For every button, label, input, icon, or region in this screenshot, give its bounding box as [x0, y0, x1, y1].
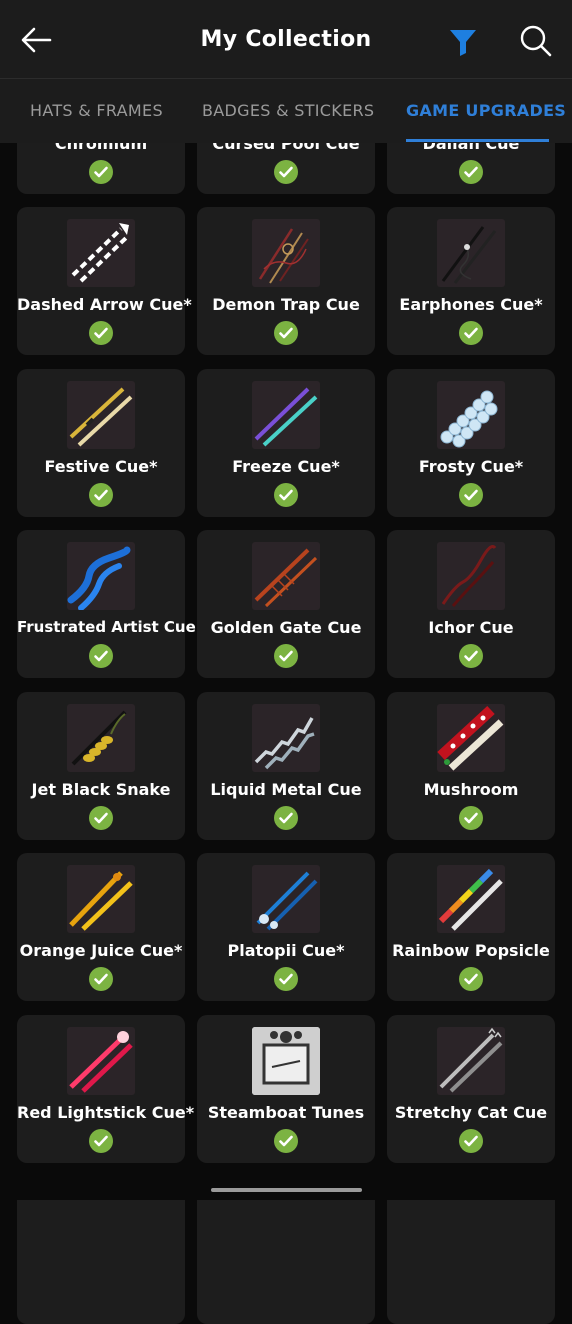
check-icon [89, 644, 113, 668]
item-label: Steamboat Tunes [207, 1103, 365, 1122]
check-icon [459, 967, 483, 991]
check-icon [89, 483, 113, 507]
item-card-ichor-cue[interactable]: Ichor Cue [387, 530, 555, 678]
item-label: Platopii Cue* [227, 941, 345, 960]
item-card-liquid-metal-cue[interactable]: Liquid Metal Cue [197, 692, 375, 840]
dashed-arrow-cue-image [67, 219, 135, 287]
check-icon [89, 160, 113, 184]
golden-gate-cue-image [252, 542, 320, 610]
app-header: My Collection [0, 0, 572, 79]
check-icon [274, 1129, 298, 1153]
orange-juice-cue-image [67, 865, 135, 933]
check-icon [274, 644, 298, 668]
check-icon [89, 967, 113, 991]
stretchy-cat-cue-image [437, 1027, 505, 1095]
item-card-orange-juice-cue[interactable]: Orange Juice Cue* [17, 853, 185, 1001]
item-label: Ichor Cue [428, 618, 514, 637]
item-label: Rainbow Popsicle [392, 941, 550, 960]
check-icon [89, 806, 113, 830]
check-icon [459, 483, 483, 507]
jet-black-snake-image [67, 704, 135, 772]
filter-icon[interactable] [448, 28, 478, 56]
rainbow-popsicle-image [437, 865, 505, 933]
check-icon [459, 160, 483, 184]
red-lightstick-cue-image [67, 1027, 135, 1095]
item-card-golden-gate-cue[interactable]: Golden Gate Cue [197, 530, 375, 678]
tab-hats-frames[interactable]: HATS & FRAMES [30, 101, 163, 120]
item-card-frosty-cue[interactable]: Frosty Cue* [387, 369, 555, 517]
check-icon [89, 1129, 113, 1153]
item-card-dashed-arrow-cue[interactable]: Dashed Arrow Cue* [17, 207, 192, 355]
check-icon [459, 806, 483, 830]
tab-badges-stickers[interactable]: BADGES & STICKERS [202, 101, 374, 120]
item-card-demon-trap-cue[interactable]: Demon Trap Cue [197, 207, 375, 355]
item-label: Jet Black Snake [31, 780, 171, 799]
check-icon [459, 644, 483, 668]
check-icon [274, 806, 298, 830]
item-label: Red Lightstick Cue* [17, 1103, 195, 1122]
item-card-mushroom[interactable]: Mushroom [387, 692, 555, 840]
item-label: Frosty Cue* [418, 457, 524, 476]
check-icon [274, 160, 298, 184]
frustrated-artist-cue-image [67, 542, 135, 610]
demon-trap-cue-image [252, 219, 320, 287]
item-label: Freeze Cue* [232, 457, 340, 476]
frosty-cue-image [437, 381, 505, 449]
item-card-red-lightstick-cue[interactable]: Red Lightstick Cue* [17, 1015, 195, 1163]
item-card-earphones-cue[interactable]: Earphones Cue* [387, 207, 555, 355]
check-icon [274, 967, 298, 991]
item-label: Orange Juice Cue* [19, 941, 183, 960]
home-indicator[interactable] [211, 1188, 362, 1192]
earphones-cue-image [437, 219, 505, 287]
item-label: Earphones Cue* [399, 295, 543, 314]
ichor-cue-image [437, 542, 505, 610]
tab-game-upgrades[interactable]: GAME UPGRADES [406, 101, 566, 120]
item-card-stretchy-cat-cue[interactable]: Stretchy Cat Cue [387, 1015, 555, 1163]
item-label: Stretchy Cat Cue [394, 1103, 548, 1122]
item-card-frustrated-artist-cue[interactable]: Frustrated Artist Cue [17, 530, 196, 678]
item-card-platopii-cue[interactable]: Platopii Cue* [197, 853, 375, 1001]
item-label: Golden Gate Cue [210, 618, 362, 637]
item-label: Dashed Arrow Cue* [17, 295, 192, 314]
check-icon [274, 321, 298, 345]
item-label: Liquid Metal Cue [210, 780, 362, 799]
active-tab-indicator [406, 139, 549, 142]
mushroom-cue-image [437, 704, 505, 772]
page-title: My Collection [200, 27, 372, 52]
item-card-jet-black-snake[interactable]: Jet Black Snake [17, 692, 185, 840]
platopii-cue-image [252, 865, 320, 933]
search-icon[interactable] [519, 24, 553, 58]
item-card-freeze-cue[interactable]: Freeze Cue* [197, 369, 375, 517]
check-icon [459, 1129, 483, 1153]
item-card-rainbow-popsicle[interactable]: Rainbow Popsicle [387, 853, 555, 1001]
check-icon [459, 321, 483, 345]
item-label: Demon Trap Cue [212, 295, 360, 314]
item-card-steamboat-tunes[interactable]: Steamboat Tunes [197, 1015, 375, 1163]
item-label: Festive Cue* [44, 457, 158, 476]
check-icon [89, 321, 113, 345]
category-tabs: HATS & FRAMES BADGES & STICKERS GAME UPG… [0, 79, 572, 143]
steamboat-tunes-image [252, 1027, 320, 1095]
check-icon [274, 483, 298, 507]
item-card-festive-cue[interactable]: Festive Cue* [17, 369, 185, 517]
item-label: Frustrated Artist Cue [17, 618, 196, 636]
festive-cue-image [67, 381, 135, 449]
liquid-metal-cue-image [252, 704, 320, 772]
collection-grid: Chromium Cursed Pool Cue Dallah Cue Dash… [0, 0, 572, 1324]
item-label: Mushroom [423, 780, 519, 799]
freeze-cue-image [252, 381, 320, 449]
